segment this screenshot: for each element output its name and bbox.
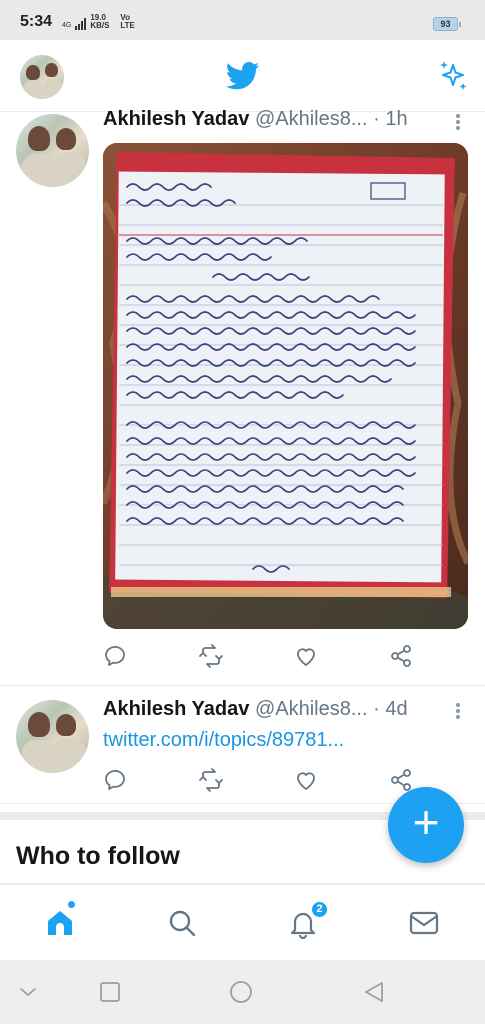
reply-icon[interactable] — [103, 768, 127, 792]
tweet-separator: · — [373, 698, 380, 720]
sparkle-icon[interactable] — [437, 59, 469, 91]
compose-tweet-button[interactable]: + — [388, 787, 464, 863]
tweet-author-name[interactable]: Akhilesh Yadav — [103, 698, 249, 720]
net-speed-label: 19.0 KB/S — [90, 13, 110, 30]
back-icon[interactable] — [16, 980, 40, 1004]
back-triangle-icon[interactable] — [362, 980, 386, 1004]
tweet-time: 1h — [385, 108, 408, 130]
signal-icon — [75, 18, 87, 30]
like-icon[interactable] — [294, 768, 318, 792]
plus-icon: + — [412, 796, 440, 848]
notification-badge: 2 — [310, 900, 329, 919]
tweet-separator: · — [373, 108, 380, 130]
system-nav-bar — [0, 960, 485, 1024]
carrier-label: Vo LTE — [120, 13, 135, 30]
retweet-icon[interactable] — [199, 644, 223, 668]
network-gen-label: 4G — [62, 22, 72, 29]
home-circle-icon[interactable] — [229, 980, 253, 1004]
status-time: 5:34 — [20, 13, 53, 30]
share-icon[interactable] — [389, 644, 413, 668]
profile-avatar[interactable] — [20, 55, 64, 99]
bottom-tab-bar: 2 — [0, 884, 485, 960]
network-indicator: 4G 19.0 KB/S Vo LTE — [62, 14, 146, 30]
who-to-follow-title: Who to follow — [16, 842, 180, 870]
reply-icon[interactable] — [103, 644, 127, 668]
tweet-author-avatar[interactable] — [16, 700, 89, 773]
tweet[interactable]: Akhilesh Yadav @Akhiles8... · 1h — [0, 108, 485, 686]
tweet-photo[interactable] — [103, 143, 468, 629]
tweet-link[interactable]: twitter.com/i/topics/89781... — [103, 729, 344, 752]
home-new-dot — [68, 901, 75, 908]
handwritten-essay-photo — [103, 143, 468, 629]
tweet-author-avatar[interactable] — [16, 114, 89, 187]
tweet-author-handle: @Akhiles8... — [254, 108, 368, 130]
recents-icon[interactable] — [98, 980, 122, 1004]
search-icon[interactable] — [166, 907, 198, 939]
status-bar: 5:34 4G 19.0 KB/S Vo LTE 93 — [0, 0, 485, 40]
top-app-bar — [0, 40, 485, 112]
tweet-time: 4d — [385, 698, 408, 720]
messages-icon[interactable] — [408, 907, 440, 939]
tweet-author-name[interactable]: Akhilesh Yadav — [103, 108, 249, 130]
battery-icon: 93 — [433, 17, 461, 31]
tweet-action-bar — [103, 768, 423, 792]
retweet-icon[interactable] — [199, 768, 223, 792]
more-options-icon[interactable] — [451, 112, 465, 132]
tweet-author-handle: @Akhiles8... — [254, 698, 368, 720]
home-icon[interactable] — [44, 907, 76, 939]
tweet-action-bar — [103, 644, 423, 668]
tweet-header: Akhilesh Yadav @Akhiles8... · 1h — [103, 108, 408, 131]
twitter-bird-icon — [226, 62, 260, 90]
tweet-header: Akhilesh Yadav @Akhiles8... · 4d — [103, 698, 408, 721]
like-icon[interactable] — [294, 644, 318, 668]
more-options-icon[interactable] — [451, 701, 465, 721]
